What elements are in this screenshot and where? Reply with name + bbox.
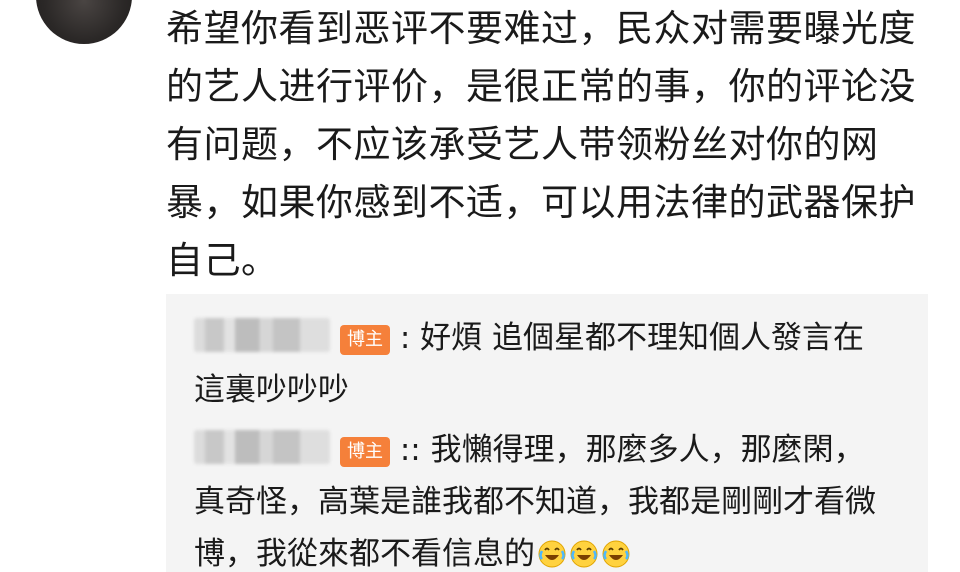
laugh-cry-icon — [538, 540, 566, 568]
replies-panel: 博主 : 好煩 追個星都不理知個人發言在這裏吵吵吵 博主 :: 我懶得理，那麼多… — [166, 294, 928, 572]
laugh-cry-icon — [570, 540, 598, 568]
author-badge: 博主 — [340, 325, 390, 355]
comment-thread: 希望你看到恶评不要难过，民众对需要曝光度的艺人进行评价，是很正常的事，你的评论没… — [0, 0, 960, 572]
blurred-username[interactable] — [194, 318, 330, 352]
reply-item[interactable]: 博主 :: 我懶得理，那麼多人，那麼閑，真奇怪，高葉是誰我都不知道，我都是剛剛才… — [194, 424, 894, 572]
reply-item[interactable]: 博主 : 好煩 追個星都不理知個人發言在這裏吵吵吵 — [194, 312, 894, 416]
laugh-cry-icon — [602, 540, 630, 568]
blurred-username[interactable] — [194, 430, 330, 464]
author-badge: 博主 — [340, 437, 390, 467]
main-comment-text: 希望你看到恶评不要难过，民众对需要曝光度的艺人进行评价，是很正常的事，你的评论没… — [166, 7, 916, 282]
avatar[interactable] — [36, 0, 132, 44]
